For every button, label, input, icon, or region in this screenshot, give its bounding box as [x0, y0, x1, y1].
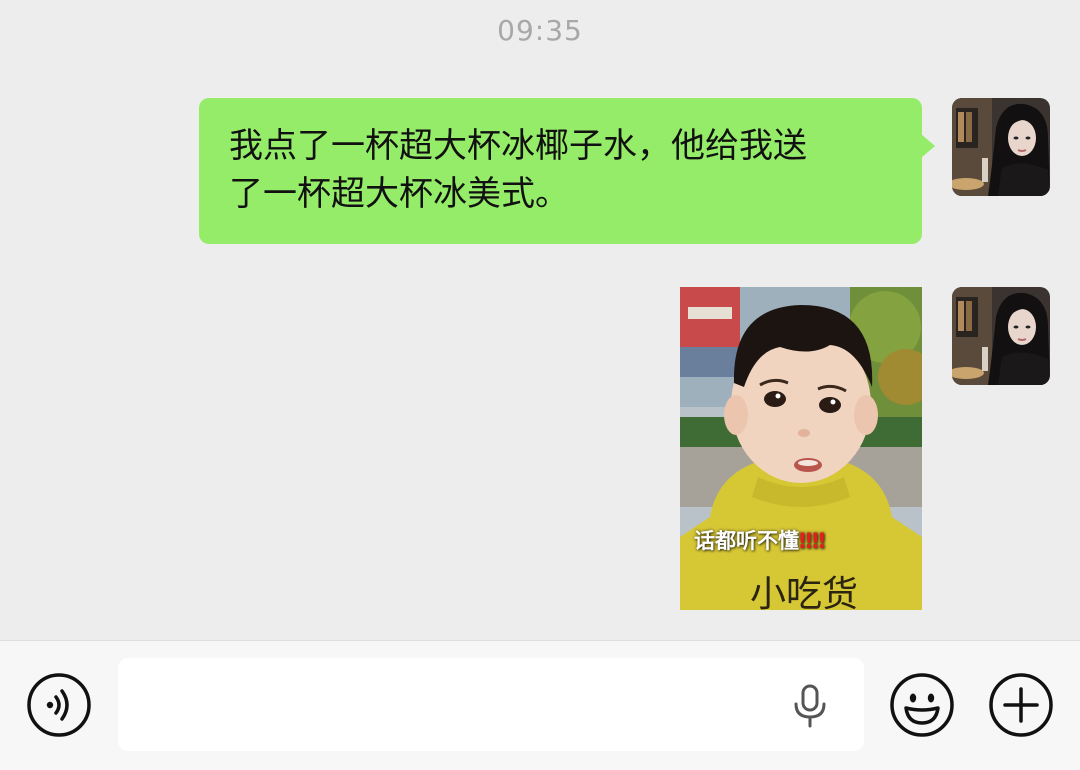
avatar[interactable]	[952, 287, 1050, 385]
avatar[interactable]	[952, 98, 1050, 196]
microphone-icon	[794, 684, 826, 728]
sticker-shirt-text: 小吃货	[750, 574, 859, 610]
emoji-icon	[890, 673, 954, 737]
plus-icon	[989, 673, 1053, 737]
more-functions-button[interactable]	[989, 673, 1053, 737]
sticker-caption: 话都听不懂‼‼	[694, 529, 826, 553]
message-bubble[interactable]: 我点了一杯超大杯冰椰子水，他给我送 了一杯超大杯冰美式。	[199, 98, 922, 244]
voice-mode-button[interactable]	[27, 673, 91, 737]
message-timestamp: 09:35	[497, 14, 583, 47]
microphone-button[interactable]	[791, 684, 829, 728]
chat-area: 09:35 我点了一杯超大杯冰椰子水，他给我送 了一杯超大杯冰美式。 话都听不懂…	[0, 0, 1080, 640]
message-text-line: 我点了一杯超大杯冰椰子水，他给我送	[229, 126, 807, 166]
emoji-button[interactable]	[890, 673, 954, 737]
message-text-line: 了一杯超大杯冰美式。	[229, 174, 569, 214]
voice-mode-icon	[27, 673, 91, 737]
sticker-caption-marks: ‼‼	[799, 529, 826, 553]
message-input[interactable]	[118, 658, 864, 751]
bubble-tail	[921, 134, 935, 158]
sticker-image[interactable]: 话都听不懂‼‼ 小吃货	[680, 287, 922, 610]
input-bar	[0, 640, 1080, 770]
